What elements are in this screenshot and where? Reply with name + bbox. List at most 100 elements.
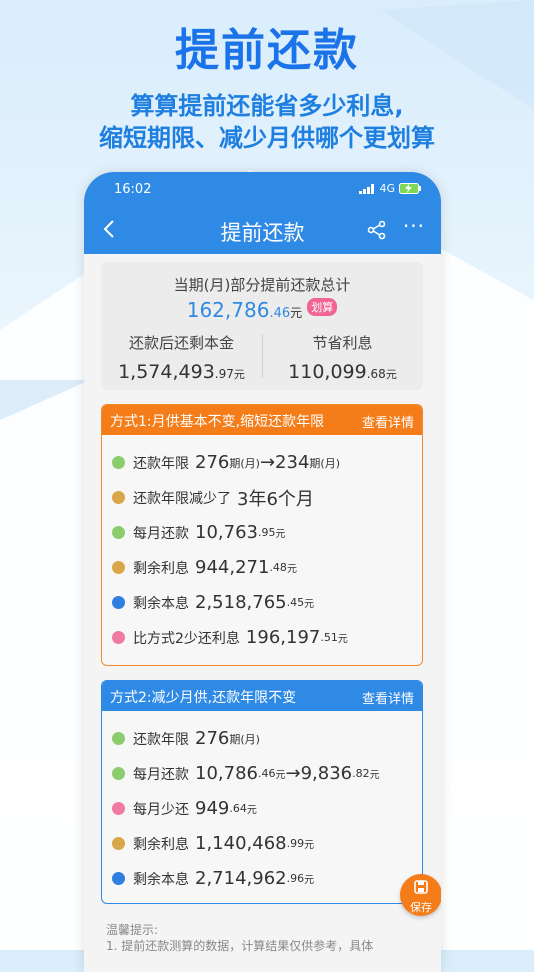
blue-dot-icon [112, 596, 125, 609]
row-decimal: .99 [286, 837, 305, 850]
row-label: 剩余本息 [133, 595, 189, 612]
total-int: 162,786 [186, 298, 270, 322]
more-button[interactable]: ··· [403, 214, 425, 238]
promo-subtitle-line1: 算算提前还能省多少利息, [130, 92, 404, 120]
row-decimal: .51 [320, 631, 338, 644]
pink-dot-icon [112, 802, 125, 815]
tips-line1: 1. 提前还款测算的数据，计算结果仅供参考，具体 [106, 939, 374, 953]
nav-bar: 提前还款 ··· [84, 208, 441, 254]
row-label: 每月少还 [133, 801, 189, 818]
row-value: 10,786 [195, 763, 258, 784]
tips-section: 温馨提示: 1. 提前还款测算的数据，计算结果仅供参考，具体 [106, 922, 426, 954]
plan1-detail-link[interactable]: 查看详情 [362, 412, 414, 431]
row-decimal-2: .82 [352, 767, 370, 780]
total-dec: .46 [269, 306, 291, 321]
gold-dot-icon [112, 561, 125, 574]
row-decimal: .48 [269, 561, 287, 574]
saved-interest: 节省利息 110,099.68元 [262, 332, 423, 383]
row-label: 还款年限减少了 [133, 490, 231, 507]
row-value: 10,763 [195, 522, 258, 543]
saved-interest-value: 110,099.68元 [262, 361, 423, 383]
row-unit: 元 [275, 770, 286, 781]
row-unit-2: 元 [369, 770, 380, 781]
green-dot-icon [112, 767, 125, 780]
plan2-title: 方式2:减少月供,还款年限不变 [110, 690, 297, 706]
blue-dot-icon [112, 872, 125, 885]
status-bar: 16:02 4G [84, 172, 441, 208]
total-unit: 元 [290, 306, 303, 320]
left-int: 1,574,493 [118, 361, 215, 383]
row-label: 每月还款 [133, 766, 189, 783]
row-unit: 元 [304, 599, 315, 610]
row-unit: 元 [275, 529, 286, 540]
share-button[interactable] [367, 220, 387, 244]
promo-subtitle-line2: 缩短期限、减少月供哪个更划算 [99, 124, 435, 152]
plan1-row-monthly: 每月还款 10,763.95 元 [102, 515, 422, 550]
row-unit: 元 [304, 875, 315, 886]
row-unit: 元 [304, 840, 315, 851]
row-value-2: 9,836 [300, 763, 353, 784]
phone-screen: 16:02 4G 提前还款 ··· 当期(月)部分提前还款总计 162,786.… [84, 172, 441, 972]
row-decimal: .45 [286, 596, 305, 609]
save-icon [414, 880, 428, 894]
plan1-header: 方式1:月供基本不变,缩短还款年限 查看详情 [102, 405, 422, 435]
battery-icon [399, 183, 421, 194]
plan2-row-less: 每月少还 949.64 元 [102, 791, 422, 826]
plan1-row-interest: 剩余利息 944,271.48 元 [102, 550, 422, 585]
row-suffix-2: 期(月) [309, 456, 340, 470]
row-unit: 元 [246, 805, 257, 816]
gold-dot-icon [112, 837, 125, 850]
row-decimal: .95 [257, 526, 276, 539]
green-dot-icon [112, 456, 125, 469]
right-unit: 元 [385, 368, 397, 381]
plan1-row-term: 还款年限 276 期(月) → 234 期(月) [102, 445, 422, 480]
plan2-row-total: 剩余本息 2,714,962.96 元 [102, 861, 422, 896]
status-time: 16:02 [114, 182, 152, 197]
share-icon [367, 220, 386, 240]
save-label: 保存 [410, 901, 432, 914]
plan1-row-compare: 比方式2少还利息 196,197.51 元 [102, 620, 422, 655]
plan1-row-reduced: 还款年限减少了 3年6个月 [102, 480, 422, 515]
row-decimal: .96 [286, 872, 305, 885]
row-label: 每月还款 [133, 525, 189, 542]
status-icons: 4G [359, 182, 421, 195]
nav-title: 提前还款 [220, 221, 305, 245]
remaining-principal: 还款后还剩本金 1,574,493.97元 [101, 332, 262, 383]
summary-panel: 当期(月)部分提前还款总计 162,786.46元 划算 还款后还剩本金 1,5… [101, 262, 423, 390]
summary-total: 162,786.46元 划算 [101, 298, 423, 322]
worth-badge: 划算 [307, 298, 338, 316]
left-unit: 元 [233, 368, 245, 381]
remaining-principal-label: 还款后还剩本金 [128, 334, 234, 352]
green-dot-icon [112, 732, 125, 745]
plan1-card: 方式1:月供基本不变,缩短还款年限 查看详情 还款年限 276 期(月) → 234 期… [101, 404, 423, 666]
promo-title: 提前还款 [175, 25, 359, 76]
row-value: 3年6个月 [237, 488, 314, 510]
plan2-row-monthly: 每月还款 10,786.46 元 → 9,836.82 元 [102, 756, 422, 791]
pink-dot-icon [112, 631, 125, 644]
row-suffix: 期(月) [229, 456, 260, 470]
left-dec: .97 [214, 367, 234, 381]
right-dec: .68 [366, 367, 386, 381]
row-label: 剩余本息 [133, 871, 189, 888]
row-suffix: 期(月) [229, 732, 260, 746]
arrow-icon: → [259, 452, 276, 473]
save-button[interactable]: 保存 [400, 874, 441, 916]
plan2-row-interest: 剩余利息 1,140,468.99 元 [102, 826, 422, 861]
arrow-icon: → [285, 763, 301, 784]
plan2-header: 方式2:减少月供,还款年限不变 查看详情 [102, 681, 422, 711]
row-value: 196,197 [245, 627, 321, 648]
row-value: 276 [195, 728, 230, 749]
plan1-row-total: 剩余本息 2,518,765.45 元 [102, 585, 422, 620]
row-label: 还款年限 [133, 731, 189, 748]
plan1-title: 方式1:月供基本不变,缩短还款年限 [110, 414, 325, 430]
gold-dot-icon [112, 491, 125, 504]
row-unit: 元 [286, 564, 297, 575]
remaining-principal-value: 1,574,493.97元 [101, 361, 262, 383]
row-unit: 元 [337, 634, 348, 645]
row-value: 2,518,765 [195, 592, 287, 613]
signal-icon [359, 183, 375, 194]
row-label: 剩余利息 [133, 560, 189, 577]
row-value: 276 [195, 452, 230, 473]
plan2-detail-link[interactable]: 查看详情 [362, 688, 414, 707]
row-value: 949 [195, 798, 230, 819]
